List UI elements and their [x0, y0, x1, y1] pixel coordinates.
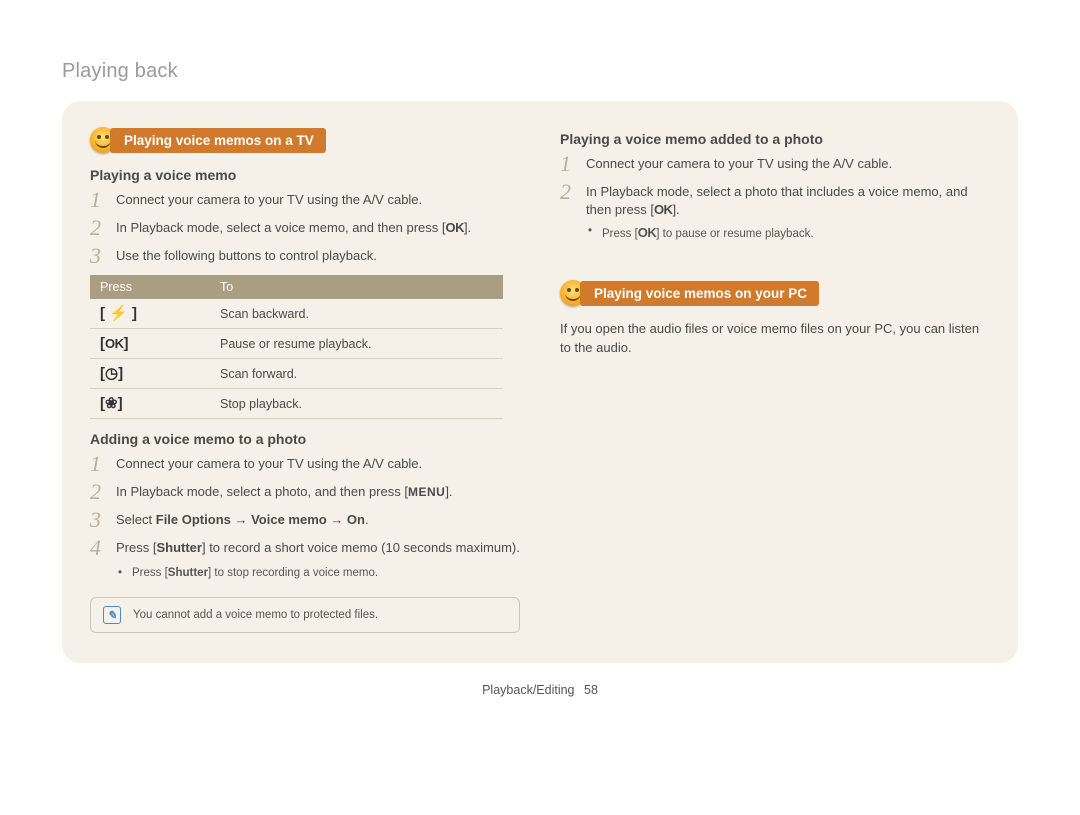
flash-icon: ⚡ — [109, 306, 128, 321]
table-row: [❀] Stop playback. — [90, 389, 503, 419]
bullet-item: Press [Shutter] to stop recording a voic… — [118, 567, 520, 579]
note-box: ✎ You cannot add a voice memo to protect… — [90, 597, 520, 633]
ok-icon: OK — [105, 336, 124, 351]
key-macro: [❀] — [90, 389, 210, 419]
step-text: Connect your camera to your TV using the… — [586, 155, 990, 173]
subheading-memo-added-photo: Playing a voice memo added to a photo — [560, 131, 990, 147]
table-desc: Pause or resume playback. — [210, 329, 503, 359]
ok-icon: OK — [446, 220, 465, 235]
table-desc: Scan forward. — [210, 359, 503, 389]
step-text: In Playback mode, select a voice memo, a… — [116, 219, 520, 237]
key-timer: [◷] — [90, 359, 210, 389]
step-text: Connect your camera to your TV using the… — [116, 191, 520, 209]
right-column: Playing a voice memo added to a photo 1C… — [560, 127, 990, 633]
subheading-playing-voice-memo: Playing a voice memo — [90, 167, 520, 183]
table-row: [◷] Scan forward. — [90, 359, 503, 389]
steps-adding-memo: 1Connect your camera to your TV using th… — [90, 455, 520, 561]
key-ok: [OK] — [90, 329, 210, 359]
subheading-adding-memo: Adding a voice memo to a photo — [90, 431, 520, 447]
table-row: [ ⚡ ] Scan backward. — [90, 299, 503, 329]
ok-icon: OK — [654, 202, 673, 217]
note-text: You cannot add a voice memo to protected… — [133, 609, 378, 621]
pill-label: Playing voice memos on a TV — [110, 128, 326, 153]
step-text: Select File Options → Voice memo → On. — [116, 511, 520, 529]
step-text: Press [Shutter] to record a short voice … — [116, 539, 520, 557]
step-text: Use the following buttons to control pla… — [116, 247, 520, 265]
step-text: In Playback mode, select a photo that in… — [586, 183, 990, 219]
left-column: Playing voice memos on a TV Playing a vo… — [90, 127, 520, 633]
bullets-memo-photo: Press [OK] to pause or resume playback. — [560, 225, 990, 240]
bullets-adding-memo: Press [Shutter] to stop recording a voic… — [90, 567, 520, 579]
note-icon: ✎ — [103, 606, 121, 624]
steps-voice-memo: 1Connect your camera to your TV using th… — [90, 191, 520, 269]
table-header-to: To — [210, 275, 503, 299]
macro-icon: ❀ — [105, 396, 118, 411]
step-text: Connect your camera to your TV using the… — [116, 455, 520, 473]
table-header-press: Press — [90, 275, 210, 299]
footer-section-label: Playback/Editing — [482, 683, 574, 697]
key-flash: [ ⚡ ] — [90, 299, 210, 329]
table-row: [OK] Pause or resume playback. — [90, 329, 503, 359]
section-title: Playing back — [62, 60, 1018, 83]
content-card: Playing voice memos on a TV Playing a vo… — [62, 101, 1018, 663]
page-number: 58 — [584, 683, 598, 697]
page-footer: Playback/Editing 58 — [62, 683, 1018, 697]
timer-icon: ◷ — [105, 366, 118, 381]
menu-icon: MENU — [408, 485, 445, 499]
heading-pill-pc: Playing voice memos on your PC — [560, 280, 990, 306]
table-desc: Scan backward. — [210, 299, 503, 329]
step-text: In Playback mode, select a photo, and th… — [116, 483, 520, 501]
bullet-item: Press [OK] to pause or resume playback. — [588, 225, 990, 240]
table-desc: Stop playback. — [210, 389, 503, 419]
pill-label: Playing voice memos on your PC — [580, 281, 819, 306]
heading-pill-tv: Playing voice memos on a TV — [90, 127, 520, 153]
pc-paragraph: If you open the audio files or voice mem… — [560, 320, 990, 356]
controls-table: Press To [ ⚡ ] Scan backward. [OK] Pause… — [90, 275, 503, 419]
ok-icon: OK — [638, 225, 657, 240]
steps-memo-added-photo: 1Connect your camera to your TV using th… — [560, 155, 990, 219]
